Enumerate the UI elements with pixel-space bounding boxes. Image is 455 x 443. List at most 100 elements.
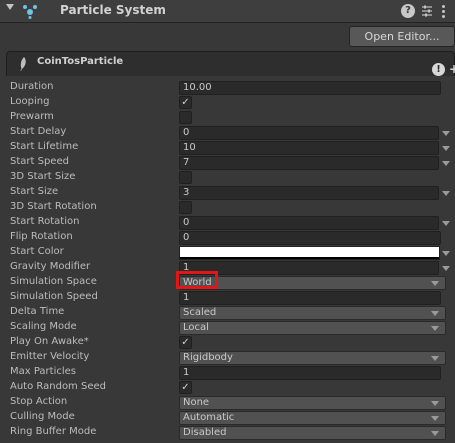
property-row-start-speed: Start Speed 7 (0, 155, 455, 170)
simulation-space-dropdown[interactable]: World (179, 276, 446, 290)
property-label: Flip Rotation (10, 231, 73, 242)
duration-field[interactable]: 10.00 (179, 81, 441, 95)
property-row-start-lifetime: Start Lifetime 10 (0, 140, 455, 155)
property-label: Max Particles (10, 366, 77, 377)
property-row-3d-start-rotation: 3D Start Rotation (0, 200, 455, 215)
dropdown-value: Scaled (183, 307, 217, 318)
chevron-down-icon (431, 356, 439, 361)
property-label: Ring Buffer Mode (10, 426, 97, 437)
component-title: Particle System (60, 3, 166, 17)
curve-mode-dropdown-icon[interactable] (442, 221, 450, 226)
alpha-bar (180, 257, 439, 259)
property-label: 3D Start Rotation (10, 201, 97, 212)
property-row-simulation-speed: Simulation Speed 1 (0, 290, 455, 305)
property-label: Duration (10, 81, 54, 92)
color-mode-dropdown-icon[interactable] (442, 251, 450, 256)
property-label: Gravity Modifier (10, 261, 91, 272)
property-label: Culling Mode (10, 411, 75, 422)
curve-mode-dropdown-icon[interactable] (442, 131, 450, 136)
start-rotation-field[interactable]: 0 (179, 216, 439, 230)
property-row-ring-buffer-mode: Ring Buffer Mode Disabled (0, 425, 455, 440)
property-row-max-particles: Max Particles 1 (0, 365, 455, 380)
property-row-flip-rotation: Flip Rotation 0 (0, 230, 455, 245)
start-color-swatch[interactable] (179, 246, 440, 260)
add-module-icon[interactable]: + (449, 62, 455, 76)
property-label: Start Delay (10, 126, 67, 137)
property-label: Start Rotation (10, 216, 80, 227)
scaling-mode-dropdown[interactable]: Local (179, 321, 446, 335)
stop-action-dropdown[interactable]: None (179, 396, 446, 410)
presets-icon[interactable] (420, 4, 434, 18)
chevron-down-icon (431, 326, 439, 331)
chevron-down-icon (431, 281, 439, 286)
start-delay-field[interactable]: 0 (179, 126, 439, 140)
property-label: Emitter Velocity (10, 351, 90, 362)
dropdown-value: Disabled (183, 427, 227, 438)
particle-system-icon[interactable] (22, 3, 38, 19)
property-label: Start Size (10, 186, 59, 197)
delta-time-dropdown[interactable]: Scaled (179, 306, 446, 320)
property-row-delta-time: Delta Time Scaled (0, 305, 455, 320)
property-row-start-rotation: Start Rotation 0 (0, 215, 455, 230)
property-row-3d-start-size: 3D Start Size (0, 170, 455, 185)
property-label: Play On Awake* (10, 336, 89, 347)
property-label: Scaling Mode (10, 321, 77, 332)
component-header: Particle System ? (0, 0, 455, 23)
max-particles-field[interactable]: 1 (179, 366, 441, 380)
start-speed-field[interactable]: 7 (179, 156, 439, 170)
main-module-properties: Duration 10.00 Looping ✓ Prewarm Start Del… (0, 80, 455, 440)
property-row-gravity-modifier: Gravity Modifier 1 (0, 260, 455, 275)
property-label: Looping (10, 96, 50, 107)
property-label: Simulation Speed (10, 291, 98, 302)
curve-mode-dropdown-icon[interactable] (442, 161, 450, 166)
3d-start-rotation-checkbox[interactable] (179, 201, 192, 214)
property-label: Delta Time (10, 306, 65, 317)
emitter-velocity-dropdown[interactable]: Rigidbody (179, 351, 446, 365)
warning-icon[interactable]: ! (432, 63, 445, 76)
ring-buffer-mode-dropdown[interactable]: Disabled (179, 426, 446, 440)
property-row-scaling-mode: Scaling Mode Local (0, 320, 455, 335)
property-label: Prewarm (10, 111, 54, 122)
property-row-stop-action: Stop Action None (0, 395, 455, 410)
auto-random-seed-checkbox[interactable]: ✓ (179, 381, 192, 394)
property-label: Start Lifetime (10, 141, 79, 152)
simulation-speed-field[interactable]: 1 (179, 291, 441, 305)
property-label: Auto Random Seed (10, 381, 106, 392)
main-module-header[interactable]: CoinTosParticle ! + (6, 51, 455, 76)
property-row-prewarm: Prewarm (0, 110, 455, 125)
dropdown-value: Rigidbody (183, 352, 233, 363)
culling-mode-dropdown[interactable]: Automatic (179, 411, 446, 425)
dropdown-value: Automatic (183, 412, 235, 423)
flip-rotation-field[interactable]: 0 (179, 231, 441, 245)
prewarm-checkbox[interactable] (179, 111, 192, 124)
3d-start-size-checkbox[interactable] (179, 171, 192, 184)
simulation-space-highlight-box (176, 271, 218, 289)
property-row-looping: Looping ✓ (0, 95, 455, 110)
curve-mode-dropdown-icon[interactable] (442, 266, 450, 271)
feather-icon (20, 57, 26, 71)
property-label: Start Color (10, 246, 64, 257)
curve-mode-dropdown-icon[interactable] (442, 146, 450, 151)
play-on-awake-checkbox[interactable]: ✓ (179, 336, 192, 349)
dropdown-value: None (183, 397, 210, 408)
chevron-down-icon (431, 431, 439, 436)
module-title: CoinTosParticle (37, 56, 124, 67)
looping-checkbox[interactable]: ✓ (179, 96, 192, 109)
chevron-down-icon (431, 416, 439, 421)
help-icon[interactable]: ? (401, 4, 415, 18)
foldout-arrow-icon[interactable] (6, 4, 14, 10)
start-size-field[interactable]: 3 (179, 186, 439, 200)
property-row-simulation-space: Simulation Space World (0, 275, 455, 290)
curve-mode-dropdown-icon[interactable] (442, 191, 450, 196)
property-label: Stop Action (10, 396, 68, 407)
property-label: Simulation Space (10, 276, 97, 287)
property-label: Start Speed (10, 156, 69, 167)
property-row-emitter-velocity: Emitter Velocity Rigidbody (0, 350, 455, 365)
property-row-duration: Duration 10.00 (0, 80, 455, 95)
property-row-auto-random-seed: Auto Random Seed ✓ (0, 380, 455, 395)
property-row-start-color: Start Color (0, 245, 455, 260)
kebab-menu-icon[interactable] (440, 4, 446, 18)
open-editor-button[interactable]: Open Editor... (349, 26, 455, 47)
start-lifetime-field[interactable]: 10 (179, 141, 439, 155)
gravity-modifier-field[interactable]: 1 (179, 261, 439, 275)
